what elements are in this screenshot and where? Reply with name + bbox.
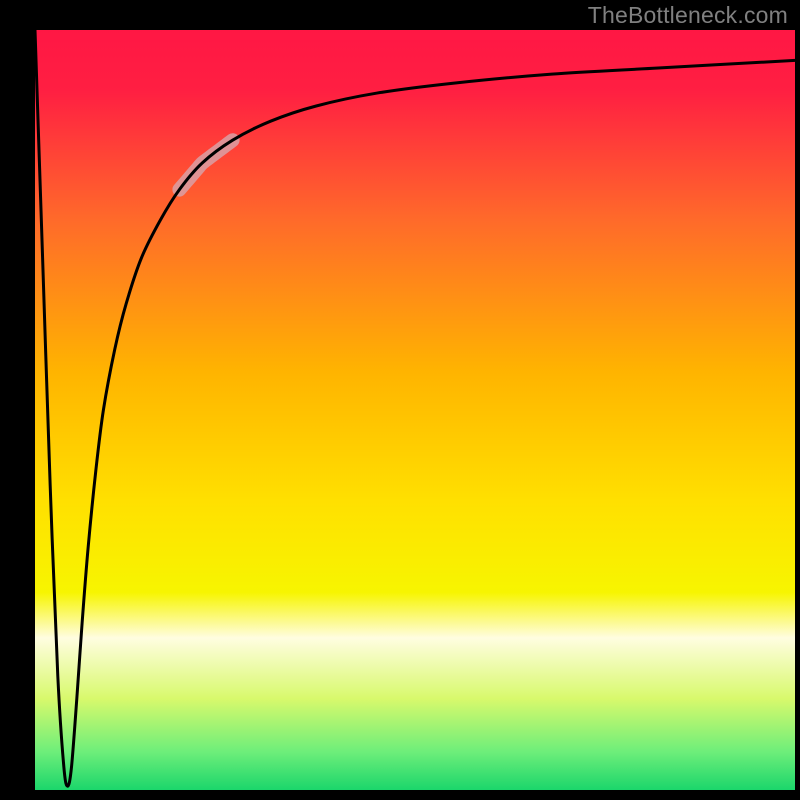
plot-background (35, 30, 795, 790)
watermark-text: TheBottleneck.com (588, 2, 788, 29)
bottleneck-chart (0, 0, 800, 800)
chart-frame: TheBottleneck.com (0, 0, 800, 800)
